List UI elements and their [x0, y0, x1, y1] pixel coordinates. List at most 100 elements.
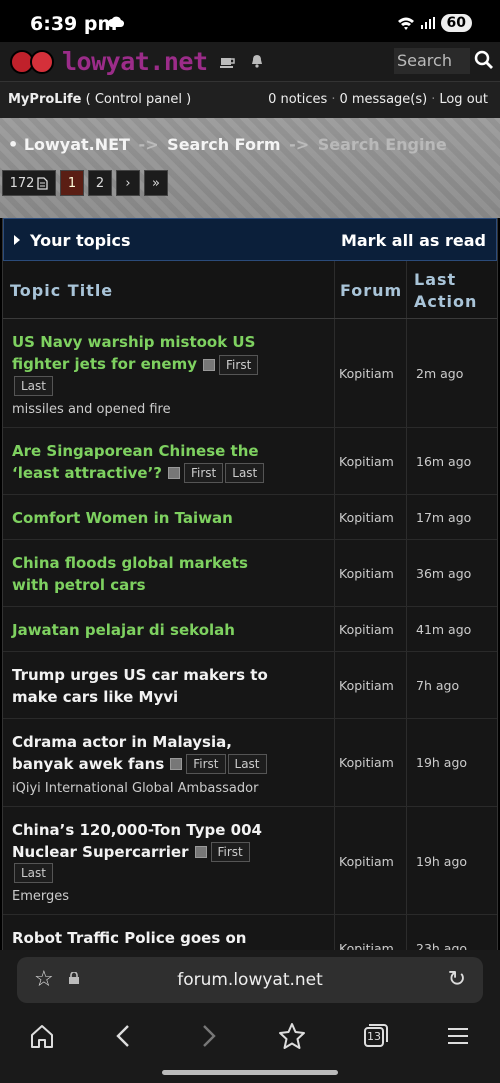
page-2-button[interactable]: 2 [88, 170, 112, 196]
logo-wordmark: lowyat.net [62, 46, 208, 76]
topic-row: Comfort Women in Taiwan Kopitiam 17m ago [3, 494, 497, 540]
topic-row: Trump urges US car makers to make cars l… [3, 651, 497, 719]
topic-title-link[interactable]: Trump urges US car makers to make cars l… [12, 666, 268, 706]
topic-last-action[interactable]: 7h ago [416, 678, 459, 693]
topics-column-header: Topic Title Forum Last Action [3, 261, 497, 319]
breadcrumb-item-lowyat[interactable]: Lowyat.NET [24, 135, 130, 154]
topic-last-action[interactable]: 16m ago [416, 454, 471, 469]
topic-title-link[interactable]: China floods global markets with petrol … [12, 554, 248, 594]
home-icon[interactable] [25, 1020, 59, 1052]
battery-indicator: 60 [440, 14, 472, 32]
topic-row: Are Singaporean Chinese the ‘least attra… [3, 427, 497, 495]
notices-link[interactable]: 0 notices [268, 92, 327, 107]
username-link[interactable]: MyProLife [8, 92, 82, 107]
first-page-link[interactable]: First [186, 754, 226, 774]
topic-title-link[interactable]: Jawatan pelajar di sekolah [12, 621, 235, 639]
multipage-icon [194, 846, 207, 858]
breadcrumb-bullet: • [8, 135, 19, 154]
topic-last-action[interactable]: 2m ago [416, 366, 463, 381]
topic-forum-link[interactable]: Kopitiam [339, 510, 394, 525]
coffee-icon[interactable] [220, 54, 236, 68]
signal-icon [420, 17, 435, 29]
mark-all-read-link[interactable]: Mark all as read [341, 231, 486, 250]
bookmarks-star-icon[interactable] [275, 1020, 309, 1052]
document-icon [37, 176, 49, 190]
clock: 6:39 pm [30, 13, 118, 35]
topic-row: China floods global markets with petrol … [3, 539, 497, 607]
logo-mascot-icon [10, 46, 58, 76]
logout-link[interactable]: Log out [439, 92, 488, 107]
topic-last-action[interactable]: 19h ago [416, 755, 467, 770]
topic-forum-link[interactable]: Kopitiam [339, 454, 394, 469]
control-panel-link[interactable]: ( Control panel ) [86, 92, 192, 107]
tabs-button[interactable]: 13 [358, 1020, 392, 1052]
last-page-link[interactable]: Last [225, 463, 265, 483]
topic-forum-link[interactable]: Kopitiam [339, 854, 394, 869]
breadcrumb-item-search-form[interactable]: Search Form [167, 135, 280, 154]
topic-forum-link[interactable]: Kopitiam [339, 566, 394, 581]
column-topic-title: Topic Title [10, 281, 114, 300]
page-count-value: 172 [9, 175, 35, 191]
last-page-link[interactable]: Last [227, 754, 267, 774]
collapse-triangle-icon[interactable] [14, 235, 20, 245]
topic-last-action[interactable]: 41m ago [416, 622, 471, 637]
messages-link[interactable]: 0 message(s) [339, 92, 427, 107]
topic-cell: China floods global markets with petrol … [3, 540, 334, 606]
last-page-link[interactable]: Last [14, 863, 53, 883]
topic-forum-link[interactable]: Kopitiam [339, 366, 394, 381]
next-page-button[interactable]: › [116, 170, 140, 196]
first-page-link[interactable]: First [219, 354, 259, 375]
site-logo[interactable]: lowyat.net [10, 46, 208, 76]
url-text[interactable]: forum.lowyat.net [17, 970, 483, 990]
topic-row: Robot Traffic Police goes on duty Kopitia… [3, 915, 497, 950]
multipage-icon [170, 758, 183, 770]
wifi-icon [397, 17, 414, 30]
topic-title-link[interactable]: Robot Traffic Police goes on duty [12, 929, 246, 950]
topic-forum-link[interactable]: Kopitiam [339, 755, 394, 770]
topic-title-link[interactable]: Comfort Women in Taiwan [12, 509, 233, 527]
topic-last-action[interactable]: 17m ago [416, 510, 471, 525]
topic-forum-link[interactable]: Kopitiam [339, 678, 394, 693]
pagination: 172 1 2 › » [2, 170, 168, 196]
browser-nav: 13 [0, 1014, 500, 1058]
topic-row: China’s 120,000-Ton Type 004 Nuclear Sup… [3, 806, 497, 915]
address-bar[interactable]: ☆ forum.lowyat.net ↻ [17, 957, 483, 1003]
topic-row: Cdrama actor in Malaysia, banyak awek fa… [3, 718, 497, 807]
browser-toolbar: ☆ forum.lowyat.net ↻ 13 [0, 950, 500, 1083]
last-page-button[interactable]: » [144, 170, 168, 196]
topic-list: US Navy warship mistook US fighter jets … [3, 319, 497, 950]
menu-icon[interactable] [441, 1020, 475, 1052]
user-bar: MyProLife ( Control panel ) 0 notices · 0 … [0, 82, 500, 118]
separator-dot: · [331, 92, 336, 107]
search-icon[interactable] [474, 48, 494, 72]
topic-cell: Are Singaporean Chinese the ‘least attra… [3, 428, 334, 494]
topics-box: Your topics Mark all as read Topic Title… [2, 218, 498, 950]
notification-bell-icon[interactable] [251, 54, 263, 68]
first-page-link[interactable]: First [184, 463, 224, 483]
last-page-link[interactable]: Last [14, 375, 53, 396]
breadcrumb: • Lowyat.NET -> Search Form -> Search En… [8, 135, 447, 154]
search-input[interactable]: Search [394, 48, 470, 74]
forward-icon[interactable] [192, 1020, 226, 1052]
first-page-link[interactable]: First [210, 842, 250, 862]
topic-cell: Comfort Women in Taiwan [3, 495, 334, 539]
tab-count: 13 [367, 1030, 381, 1043]
multipage-icon [203, 358, 216, 371]
topic-forum-link[interactable]: Kopitiam [339, 622, 394, 637]
topic-description: Emerges [12, 889, 70, 904]
back-icon[interactable] [108, 1020, 142, 1052]
home-indicator [162, 1070, 338, 1075]
topic-last-action[interactable]: 23h ago [416, 941, 467, 950]
topic-cell: Jawatan pelajar di sekolah [3, 607, 334, 651]
topic-last-action[interactable]: 36m ago [416, 566, 471, 581]
topic-last-action[interactable]: 19h ago [416, 854, 467, 869]
page-1-button[interactable]: 1 [60, 170, 84, 196]
cloud-icon [108, 16, 124, 28]
breadcrumb-separator: -> [138, 135, 159, 154]
topic-cell: Trump urges US car makers to make cars l… [3, 652, 334, 718]
site-header: lowyat.net Search [0, 42, 500, 82]
topic-forum-link[interactable]: Kopitiam [339, 941, 394, 950]
reload-icon[interactable]: ↻ [448, 967, 466, 992]
topic-description: missiles and opened fire [12, 401, 171, 417]
topic-cell: Cdrama actor in Malaysia, banyak awek fa… [3, 719, 334, 806]
